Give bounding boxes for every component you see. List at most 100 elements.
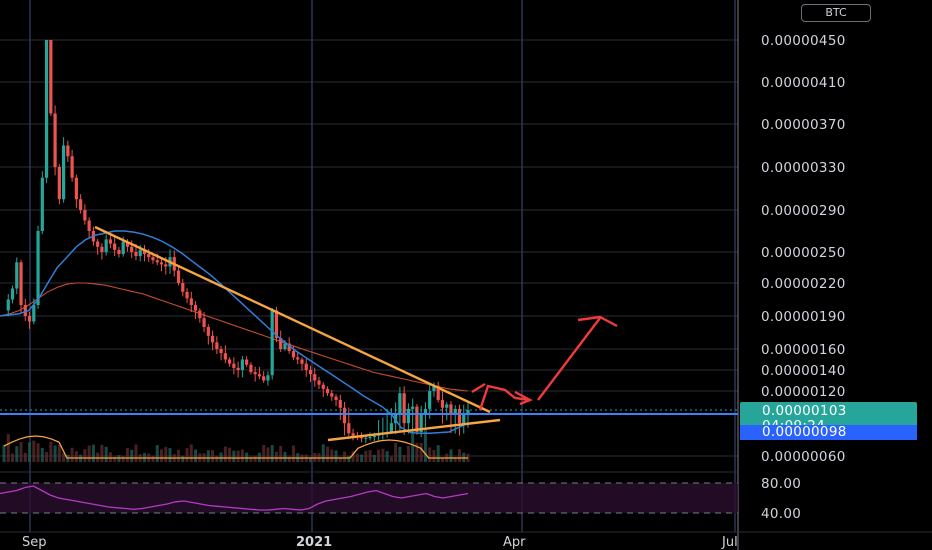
ma-price-value: 0.00000098: [762, 424, 847, 440]
candle-body: [79, 199, 83, 210]
candle-body: [406, 408, 411, 424]
candle-body: [368, 437, 372, 439]
volume-bar: [419, 442, 423, 462]
candle-body: [364, 437, 368, 439]
volume-bar: [100, 444, 104, 462]
candle-body: [176, 270, 181, 283]
volume-bar: [372, 454, 376, 462]
volume-bar: [45, 451, 49, 462]
volume-bar: [381, 448, 385, 462]
volume-bar: [398, 446, 402, 462]
volume-bar: [219, 452, 223, 462]
volume-bar: [96, 452, 100, 462]
projection-arrows: [471, 315, 618, 411]
candle-body: [445, 404, 449, 408]
volume-bar: [91, 444, 95, 462]
volume-bar: [104, 446, 108, 462]
candle-body: [330, 393, 334, 397]
price-tick-label: 0.00000060: [761, 449, 846, 465]
candle-body: [457, 408, 462, 424]
volume-bar: [330, 449, 334, 462]
time-axis[interactable]: Sep 2021 Apr Jul: [0, 531, 932, 550]
time-tick-label: 2021: [296, 535, 332, 550]
candle-body: [40, 177, 44, 231]
candle-body: [198, 310, 202, 319]
price-tick-label: 0.00000190: [761, 309, 846, 325]
rsi-tick-label: 80.00: [761, 476, 801, 492]
volume-bar: [364, 450, 368, 462]
price-chart[interactable]: 0.00000450 0.00000410 0.00000370 0.00000330…: [0, 0, 932, 550]
volume-bar: [83, 449, 87, 462]
candle-body: [283, 343, 287, 349]
candle-body: [164, 264, 168, 267]
volume-bar: [23, 452, 27, 462]
candle-body: [206, 327, 210, 336]
volume-bar: [377, 449, 381, 462]
volume-bar: [449, 449, 453, 462]
horizontal-levels: [0, 409, 738, 415]
volume-bar: [236, 450, 240, 462]
candle-body: [372, 435, 376, 438]
candle-body: [185, 291, 189, 299]
price-tick-label: 0.00000410: [761, 75, 846, 91]
price-axis[interactable]: 0.00000450 0.00000410 0.00000370 0.00000330…: [761, 33, 846, 522]
volume-bar: [28, 442, 32, 462]
candle-body: [219, 349, 223, 354]
candle-body: [253, 372, 257, 375]
candle-body: [270, 310, 274, 376]
volume-bar: [457, 449, 461, 462]
ma-price-tag: 0.00000098: [740, 425, 917, 440]
volume-bar: [436, 445, 440, 462]
candle-body: [66, 145, 70, 157]
candle-body: [249, 364, 253, 373]
candle-body: [411, 406, 415, 409]
volume-bar: [185, 448, 189, 462]
volume-bar: [206, 450, 210, 462]
candle-body: [257, 374, 262, 377]
volume-bar: [343, 451, 347, 462]
price-tick-label: 0.00000220: [761, 276, 846, 292]
currency-button[interactable]: BTC: [801, 4, 871, 22]
volume-bar: [121, 456, 125, 462]
time-tick-label: Apr: [503, 535, 526, 550]
candle-body: [402, 393, 406, 424]
candle-body: [389, 423, 393, 432]
volume-bar: [57, 444, 61, 462]
candle-body: [104, 239, 108, 252]
candlesticks: [6, 40, 470, 444]
candle-body: [113, 243, 117, 250]
volume-bar: [151, 455, 155, 462]
volume-bar: [130, 449, 134, 462]
candle-body: [134, 252, 138, 257]
time-tick-label: Sep: [22, 535, 47, 550]
candle-body: [108, 239, 113, 244]
volume-bar: [125, 447, 129, 462]
volume-bar: [32, 440, 36, 462]
fast-moving-average: [0, 230, 469, 435]
time-tick-label: Jul: [721, 535, 738, 550]
candle-body: [300, 359, 304, 364]
volume-bar: [326, 446, 330, 462]
volume-bar: [228, 447, 232, 462]
candle-body: [236, 367, 240, 370]
candle-body: [181, 283, 185, 292]
candle-body: [351, 433, 355, 436]
price-tick-label: 0.00000450: [761, 33, 846, 49]
candle-body: [151, 257, 155, 261]
candle-body: [32, 305, 36, 322]
candle-body: [27, 316, 32, 322]
volume-bar: [334, 450, 338, 462]
rsi-pane: [0, 471, 738, 514]
candle-body: [462, 414, 466, 424]
up-arrow-shaft: [537, 317, 601, 401]
candle-body: [130, 246, 134, 252]
candle-body: [147, 254, 151, 258]
volume-bar: [253, 456, 257, 462]
volume-bar: [40, 447, 44, 462]
candle-body: [159, 262, 164, 265]
volume-bar: [211, 450, 215, 462]
volume-bar: [2, 444, 6, 462]
volume-bar: [36, 443, 40, 462]
candle-body: [223, 353, 227, 360]
candle-body: [308, 370, 313, 375]
